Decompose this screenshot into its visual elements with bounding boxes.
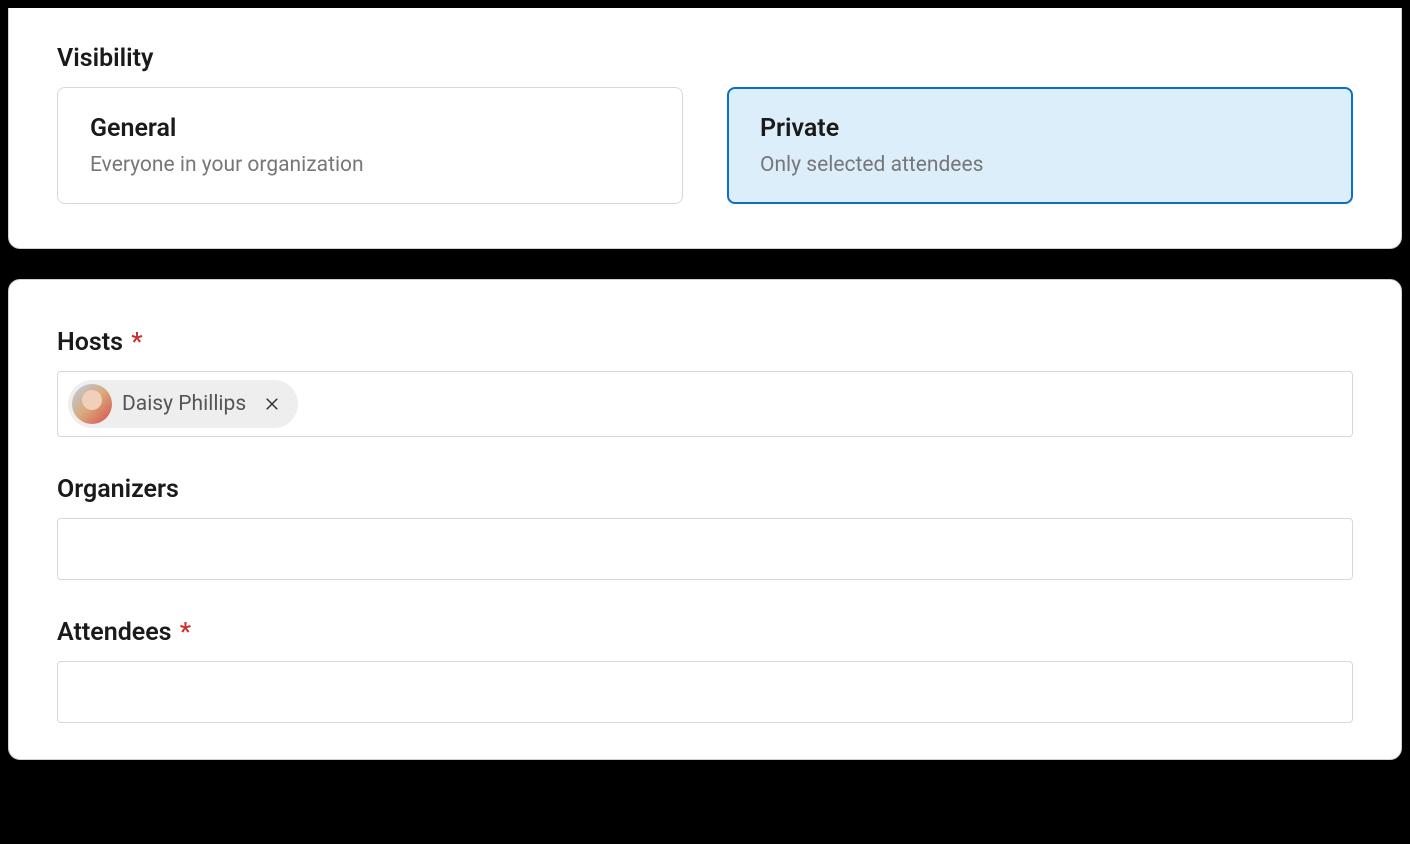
option-title: General	[90, 114, 650, 143]
organizers-input-box[interactable]	[57, 518, 1353, 580]
hosts-input-box[interactable]: Daisy Phillips	[57, 371, 1353, 437]
visibility-options: General Everyone in your organization Pr…	[57, 87, 1353, 204]
host-chip: Daisy Phillips	[68, 380, 298, 428]
visibility-option-general[interactable]: General Everyone in your organization	[57, 87, 683, 204]
visibility-label: Visibility	[57, 44, 1353, 73]
organizers-field: Organizers	[57, 475, 1353, 580]
organizers-label: Organizers	[57, 475, 1353, 504]
visibility-option-private[interactable]: Private Only selected attendees	[727, 87, 1353, 204]
remove-chip-button[interactable]	[260, 392, 284, 416]
option-desc: Everyone in your organization	[90, 153, 650, 177]
visibility-card: Visibility General Everyone in your orga…	[8, 8, 1402, 249]
organizers-input[interactable]	[68, 529, 1342, 569]
attendees-field: Attendees *	[57, 618, 1353, 723]
hosts-input[interactable]	[304, 384, 1342, 424]
required-star-icon: *	[180, 618, 191, 647]
hosts-label: Hosts *	[57, 328, 1353, 357]
chip-name: Daisy Phillips	[122, 392, 246, 416]
attendees-label-text: Attendees	[57, 618, 172, 647]
hosts-label-text: Hosts	[57, 328, 123, 357]
attendees-input[interactable]	[68, 672, 1342, 712]
close-icon	[263, 395, 281, 413]
attendees-input-box[interactable]	[57, 661, 1353, 723]
option-title: Private	[760, 114, 1320, 143]
required-star-icon: *	[131, 328, 142, 357]
avatar	[72, 384, 112, 424]
hosts-field: Hosts * Daisy Phillips	[57, 328, 1353, 437]
option-desc: Only selected attendees	[760, 153, 1320, 177]
people-card: Hosts * Daisy Phillips Organizers	[8, 279, 1402, 760]
attendees-label: Attendees *	[57, 618, 1353, 647]
